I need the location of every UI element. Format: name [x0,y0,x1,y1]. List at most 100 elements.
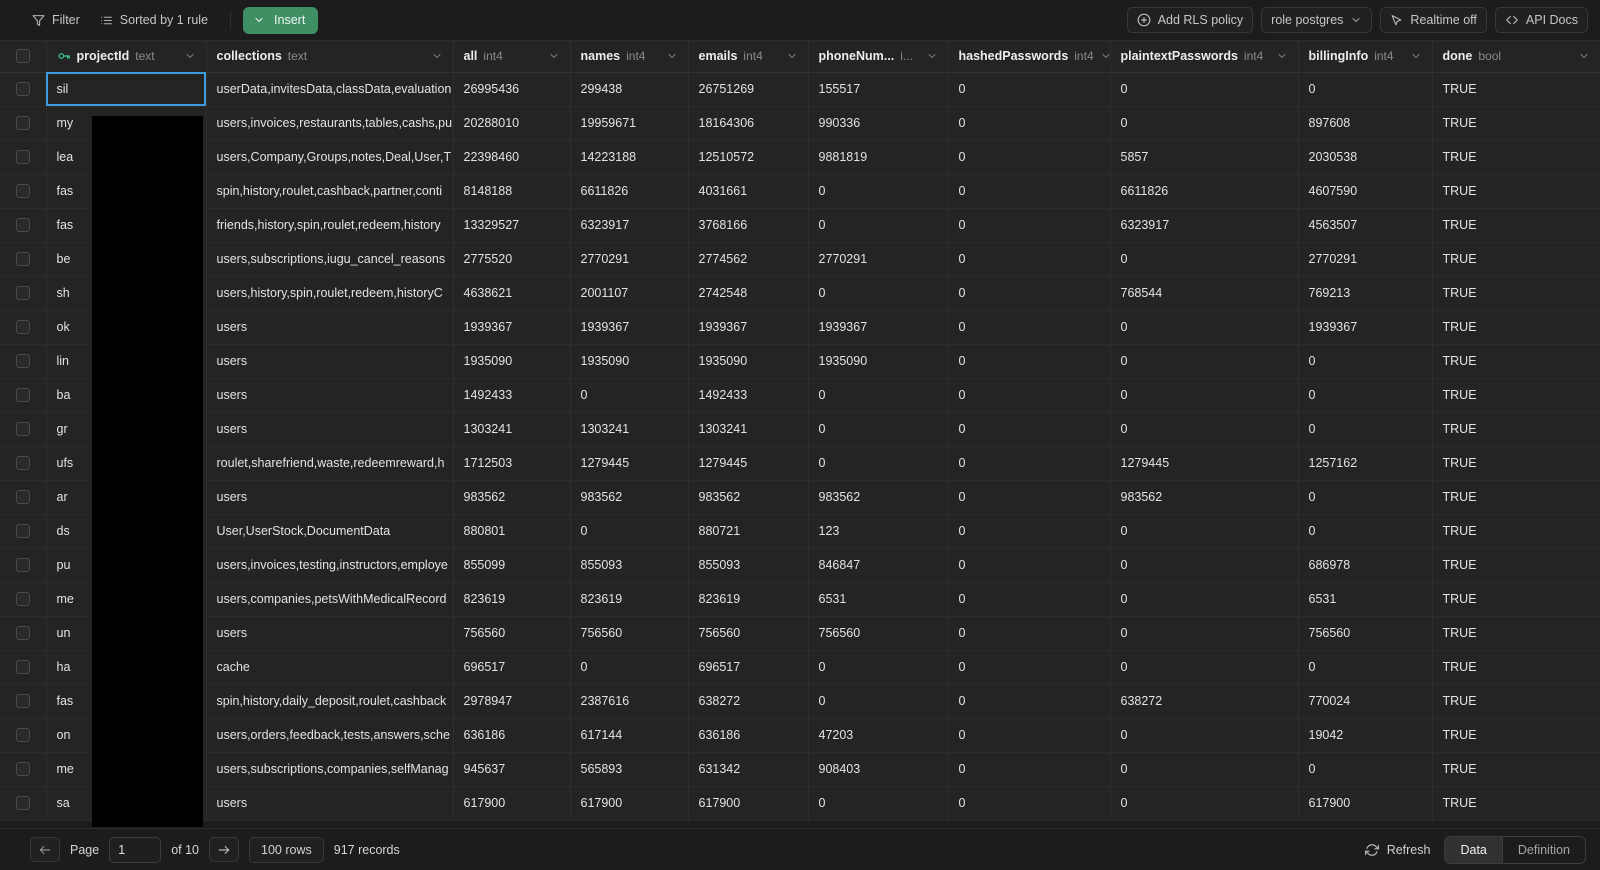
cell-emails[interactable]: 1279445 [688,446,809,481]
cell-all[interactable]: 20288010 [453,106,571,141]
row-select-cell[interactable] [0,684,47,719]
cell-billingInfo[interactable]: 0 [1298,480,1433,515]
cell-collections[interactable]: users,Company,Groups,notes,Deal,User,T [206,140,454,175]
cell-projectId[interactable]: gr [46,412,207,447]
row-checkbox[interactable] [15,694,30,708]
cell-phoneNumbers[interactable]: 1935090 [808,344,949,379]
cell-names[interactable]: 1935090 [570,344,689,379]
chevron-down-icon[interactable] [1578,50,1590,62]
row-select-wrap[interactable] [0,311,45,344]
row-select-wrap[interactable] [0,107,45,140]
cell-all[interactable]: 2775520 [453,242,571,277]
row-checkbox[interactable] [15,524,30,538]
cell-names[interactable]: 1279445 [570,446,689,481]
cell-done[interactable]: TRUE [1432,616,1600,651]
cell-billingInfo[interactable]: 0 [1298,72,1433,107]
row-checkbox[interactable] [15,354,30,368]
cell-names[interactable]: 6611826 [570,174,689,209]
cell-phoneNumbers[interactable]: 0 [808,786,949,821]
cell-projectId[interactable]: on [46,718,207,753]
cell-all[interactable]: 1939367 [453,310,571,345]
cell-collections[interactable]: users,orders,feedback,tests,answers,sche [206,718,454,753]
cell-collections[interactable]: users,invoices,testing,instructors,emplo… [206,548,454,583]
tab-data[interactable]: Data [1445,836,1502,863]
column-header-hashedPasswords[interactable]: hashedPasswords int4 [948,41,1111,73]
cell-hashedPasswords[interactable]: 0 [948,378,1111,413]
cell-hashedPasswords[interactable]: 0 [948,684,1111,719]
row-checkbox[interactable] [15,320,30,334]
cell-billingInfo[interactable]: 1257162 [1298,446,1433,481]
cell-hashedPasswords[interactable]: 0 [948,446,1111,481]
cell-emails[interactable]: 855093 [688,548,809,583]
row-checkbox[interactable] [15,388,30,402]
cell-done[interactable]: TRUE [1432,684,1600,719]
cell-names[interactable]: 0 [570,514,689,549]
cell-done[interactable]: TRUE [1432,310,1600,345]
cell-names[interactable]: 2387616 [570,684,689,719]
row-select-cell[interactable] [0,310,47,345]
cell-emails[interactable]: 4031661 [688,174,809,209]
table-row[interactable]: ok users 1939367 1939367 1939367 1939367 0 0 193… [0,310,1600,345]
cell-phoneNumbers[interactable]: 990336 [808,106,949,141]
cell-all[interactable]: 983562 [453,480,571,515]
cell-names[interactable]: 2001107 [570,276,689,311]
cell-emails[interactable]: 18164306 [688,106,809,141]
cell-projectId[interactable]: be [46,242,207,277]
cell-all[interactable]: 13329527 [453,208,571,243]
table-row[interactable]: me users,subscriptions,companies,selfMana… [0,752,1600,787]
cell-all[interactable]: 8148188 [453,174,571,209]
row-select-cell[interactable] [0,446,47,481]
cell-billingInfo[interactable]: 756560 [1298,616,1433,651]
cell-projectId[interactable]: ha [46,650,207,685]
row-select-cell[interactable] [0,72,47,107]
cell-projectId[interactable]: me [46,752,207,787]
cell-hashedPasswords[interactable]: 0 [948,650,1111,685]
column-header-projectId[interactable]: projectId text [46,41,207,73]
cell-collections[interactable]: friends,history,spin,roulet,redeem,histo… [206,208,454,243]
cell-names[interactable]: 0 [570,378,689,413]
cell-plaintextPasswords[interactable]: 983562 [1110,480,1299,515]
cell-done[interactable]: TRUE [1432,72,1600,107]
row-checkbox[interactable] [15,82,30,96]
cell-plaintextPasswords[interactable]: 0 [1110,514,1299,549]
cell-plaintextPasswords[interactable]: 638272 [1110,684,1299,719]
cell-hashedPasswords[interactable]: 0 [948,548,1111,583]
row-checkbox[interactable] [15,796,30,810]
cell-hashedPasswords[interactable]: 0 [948,786,1111,821]
cell-billingInfo[interactable]: 770024 [1298,684,1433,719]
table-row[interactable]: ar users 983562 983562 983562 983562 0 983562 0 T… [0,480,1600,515]
cell-done[interactable]: TRUE [1432,480,1600,515]
chevron-down-icon[interactable] [431,50,443,62]
cell-billingInfo[interactable]: 0 [1298,344,1433,379]
cell-phoneNumbers[interactable]: 47203 [808,718,949,753]
cell-hashedPasswords[interactable]: 0 [948,514,1111,549]
cell-names[interactable]: 0 [570,650,689,685]
column-header-all[interactable]: all int4 [453,41,571,73]
cell-plaintextPasswords[interactable]: 0 [1110,310,1299,345]
table-row[interactable]: ufs roulet,sharefriend,waste,redeemreward… [0,446,1600,481]
cell-billingInfo[interactable]: 0 [1298,752,1433,787]
chevron-down-icon[interactable] [184,50,196,62]
cell-hashedPasswords[interactable]: 0 [948,582,1111,617]
cell-projectId[interactable]: lea [46,140,207,175]
cell-hashedPasswords[interactable]: 0 [948,106,1111,141]
cell-billingInfo[interactable]: 0 [1298,514,1433,549]
cell-done[interactable]: TRUE [1432,344,1600,379]
table-row[interactable]: me users,companies,petsWithMedicalRecord 8… [0,582,1600,617]
cell-projectId[interactable]: ba [46,378,207,413]
cell-billingInfo[interactable]: 686978 [1298,548,1433,583]
cell-emails[interactable]: 756560 [688,616,809,651]
row-select-wrap[interactable] [0,141,45,174]
cell-hashedPasswords[interactable]: 0 [948,208,1111,243]
cell-all[interactable]: 22398460 [453,140,571,175]
cell-collections[interactable]: User,UserStock,DocumentData [206,514,454,549]
cell-plaintextPasswords[interactable]: 0 [1110,242,1299,277]
cell-billingInfo[interactable]: 1939367 [1298,310,1433,345]
cell-names[interactable]: 565893 [570,752,689,787]
column-header-billingInfo[interactable]: billingInfo int4 [1298,41,1433,73]
row-select-cell[interactable] [0,616,47,651]
cell-emails[interactable]: 636186 [688,718,809,753]
cell-hashedPasswords[interactable]: 0 [948,140,1111,175]
cell-plaintextPasswords[interactable]: 0 [1110,752,1299,787]
cell-names[interactable]: 617900 [570,786,689,821]
